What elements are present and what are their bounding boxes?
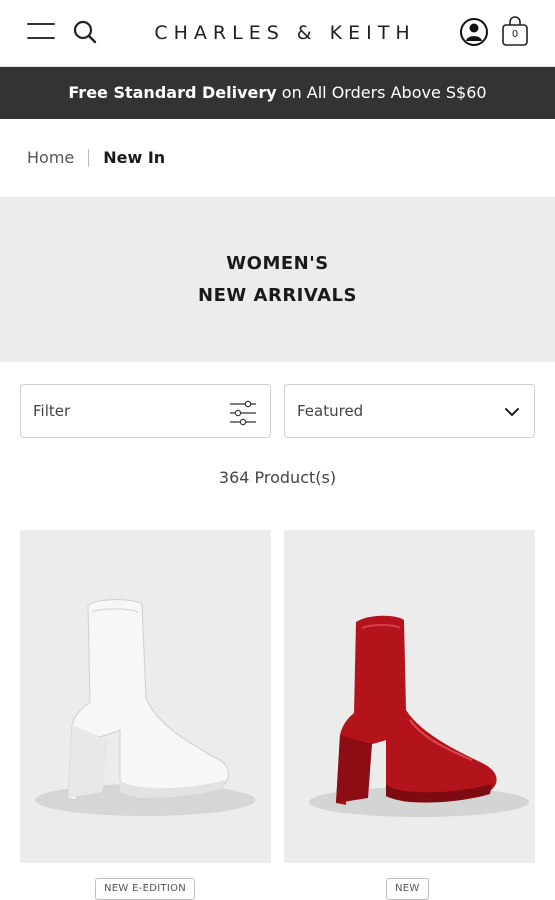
search-icon[interactable]	[72, 19, 98, 45]
bag-count-badge: 0	[511, 29, 519, 40]
hero-title-line2: NEW ARRIVALS	[198, 285, 357, 306]
product-card[interactable]	[284, 530, 535, 863]
product-badge: NEW	[386, 878, 429, 900]
account-icon[interactable]	[459, 17, 489, 47]
category-hero: WOMEN'S NEW ARRIVALS	[0, 197, 555, 362]
promo-banner[interactable]: Free Standard Delivery on All Orders Abo…	[0, 67, 555, 119]
shopping-bag-icon[interactable]: 0	[500, 15, 530, 47]
filter-button[interactable]: Filter	[20, 384, 271, 438]
sort-label: Featured	[297, 402, 364, 420]
breadcrumb-current: New In	[103, 148, 166, 167]
site-header: CHARLES & KEITH 0	[0, 0, 555, 67]
breadcrumb-separator	[88, 148, 90, 167]
menu-icon[interactable]	[27, 22, 55, 42]
product-count: 364 Product(s)	[218, 468, 337, 487]
breadcrumb-home[interactable]: Home	[27, 148, 74, 167]
product-card[interactable]	[20, 530, 271, 863]
product-image-white-boot	[20, 530, 271, 863]
sort-select[interactable]: Featured	[284, 384, 535, 438]
brand-logo[interactable]: CHARLES & KEITH	[150, 22, 420, 44]
sliders-icon	[230, 400, 256, 426]
promo-text: on All Orders Above S$60	[276, 83, 487, 102]
hero-title-line1: WOMEN'S	[226, 253, 329, 274]
breadcrumb: Home New In	[27, 148, 165, 167]
filter-label: Filter	[33, 402, 71, 420]
product-badge: NEW E-EDITION	[95, 878, 196, 900]
promo-bold-text: Free Standard Delivery	[68, 83, 277, 102]
product-image-red-boot	[284, 530, 535, 863]
chevron-down-icon	[505, 408, 519, 416]
